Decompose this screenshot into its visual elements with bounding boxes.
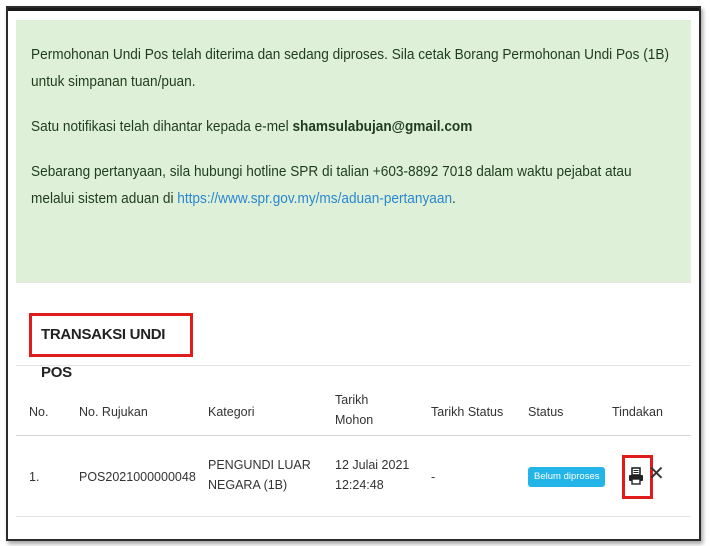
header-tarikh-line1: Tarikh bbox=[335, 393, 369, 407]
row-tarikh-status: - bbox=[431, 470, 436, 484]
email-address: shamsulabujan@gmail.com bbox=[292, 119, 473, 135]
section-title: TRANSAKSI UNDI POS bbox=[29, 313, 193, 381]
row-status: Belum diproses bbox=[528, 465, 606, 487]
kategori-line2: NEGARA (1B) bbox=[208, 478, 288, 492]
table-row: 1. POS2021000000048 PENGUNDI LUAR NEGARA… bbox=[16, 437, 691, 517]
transaction-section: TRANSAKSI UNDI POS No. No. Rujukan Kateg… bbox=[16, 282, 691, 532]
kategori-line1: PENGUNDI LUAR bbox=[208, 458, 311, 472]
header-kategori: Kategori bbox=[208, 405, 255, 419]
alert-notification: Satu notifikasi telah dihantar kepada e-… bbox=[31, 114, 676, 141]
header-rujukan: No. Rujukan bbox=[79, 405, 148, 419]
status-badge: Belum diproses bbox=[528, 467, 606, 487]
header-tarikh-line2: Mohon bbox=[335, 413, 374, 427]
contact-suffix: . bbox=[452, 191, 456, 207]
success-alert: Permohonan Undi Pos telah diterima dan s… bbox=[16, 20, 691, 282]
header-tindakan: Tindakan bbox=[612, 405, 663, 419]
row-no: 1. bbox=[29, 470, 40, 484]
complaint-link[interactable]: https://www.spr.gov.my/ms/aduan-pertanya… bbox=[177, 191, 452, 207]
notification-text: Satu notifikasi telah dihantar kepada e-… bbox=[31, 119, 293, 135]
tarikh-line1: 12 Julai 2021 bbox=[335, 458, 410, 472]
app-frame: Permohonan Undi Pos telah diterima dan s… bbox=[6, 6, 701, 541]
row-kategori: PENGUNDI LUAR NEGARA (1B) bbox=[208, 455, 311, 495]
tarikh-line2: 12:24:48 bbox=[335, 478, 384, 492]
header-no: No. bbox=[29, 405, 49, 419]
table-header: No. No. Rujukan Kategori Tarikh Mohon Ta… bbox=[16, 365, 691, 436]
header-status: Status bbox=[528, 405, 564, 419]
top-divider bbox=[8, 8, 699, 11]
header-tarikh-status: Tarikh Status bbox=[431, 405, 504, 419]
header-tarikh-mohon: Tarikh Mohon bbox=[335, 390, 373, 430]
alert-message: Permohonan Undi Pos telah diterima dan s… bbox=[31, 47, 669, 90]
row-rujukan: POS2021000000048 bbox=[79, 470, 196, 484]
printer-icon[interactable] bbox=[628, 467, 644, 485]
close-icon[interactable]: ✕ bbox=[648, 463, 665, 485]
alert-contact: Sebarang pertanyaan, sila hubungi hotlin… bbox=[31, 159, 676, 213]
row-tarikh-mohon: 12 Julai 2021 12:24:48 bbox=[335, 455, 409, 495]
